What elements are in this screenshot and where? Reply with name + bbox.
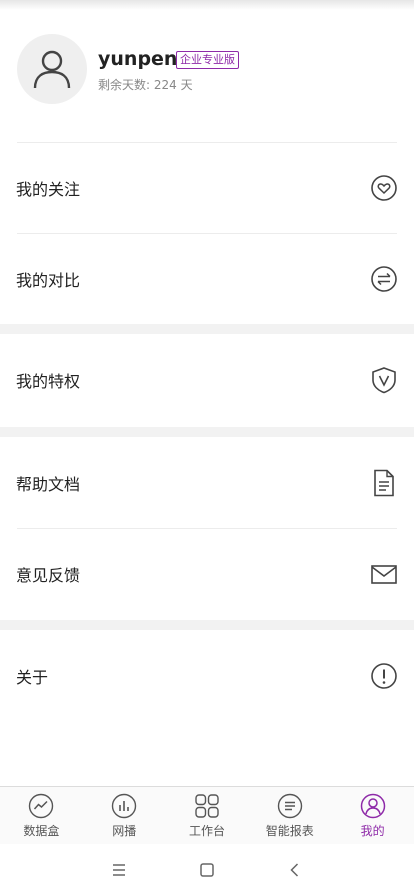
- heart-icon: [371, 175, 397, 201]
- menu-item-label: 我的对比: [16, 271, 81, 290]
- grid-icon: [195, 794, 219, 818]
- mail-icon: [371, 565, 397, 584]
- tab-label: 我的: [360, 824, 385, 838]
- menu-item-privilege[interactable]: 我的特权: [0, 350, 414, 410]
- trend-icon: [29, 793, 54, 819]
- tab-smart-report[interactable]: 智能报表: [248, 787, 331, 844]
- remaining-days-value: 224 天: [153, 78, 193, 92]
- tab-mine[interactable]: 我的: [331, 787, 414, 844]
- divider: [17, 528, 397, 529]
- menu-item-feedback[interactable]: 意见反馈: [0, 544, 414, 604]
- menu-item-label: 帮助文档: [16, 475, 81, 494]
- list-icon: [277, 793, 302, 819]
- shield-v-icon: [372, 367, 396, 394]
- tab-label: 网播: [112, 824, 137, 838]
- menu-item-label: 我的关注: [16, 180, 81, 199]
- menu-icon[interactable]: [110, 861, 128, 879]
- tab-netcast[interactable]: 网播: [83, 787, 166, 844]
- tab-label: 数据盒: [23, 824, 60, 838]
- user-icon: [360, 793, 385, 819]
- tab-label: 工作台: [188, 824, 225, 838]
- menu-item-about[interactable]: 关于: [0, 646, 414, 706]
- tab-data-box[interactable]: 数据盒: [0, 787, 83, 844]
- section-separator: [0, 427, 414, 437]
- menu-item-help-docs[interactable]: 帮助文档: [0, 453, 414, 513]
- home-icon[interactable]: [198, 861, 216, 879]
- menu-item-label: 我的特权: [16, 372, 81, 391]
- menu-item-compare[interactable]: 我的对比: [0, 249, 414, 309]
- menu-item-label: 关于: [16, 668, 49, 687]
- menu-item-label: 意见反馈: [16, 566, 81, 585]
- profile-header[interactable]: yunpeng 企业专业版 剩余天数: 224 天: [0, 22, 414, 132]
- divider: [17, 142, 397, 143]
- back-icon[interactable]: [286, 861, 304, 879]
- bottom-tab-bar: 数据盒 网播 工作台 智能报表 我的: [0, 786, 414, 844]
- system-navigation-bar: [0, 844, 414, 896]
- document-icon: [374, 469, 394, 497]
- swap-icon: [371, 266, 397, 292]
- section-separator: [0, 620, 414, 630]
- section-separator: [0, 324, 414, 334]
- remaining-days: 剩余天数: 224 天: [98, 78, 193, 92]
- tab-label: 智能报表: [265, 824, 314, 838]
- avatar[interactable]: [17, 34, 87, 104]
- menu-item-follow[interactable]: 我的关注: [0, 158, 414, 218]
- divider: [17, 233, 397, 234]
- user-avatar-icon: [33, 50, 71, 89]
- bar-chart-icon: [111, 793, 137, 819]
- plan-badge: 企业专业版: [176, 51, 239, 69]
- status-bar-shade: [0, 0, 414, 10]
- tab-workbench[interactable]: 工作台: [166, 787, 249, 844]
- info-icon: [371, 663, 397, 689]
- remaining-days-label: 剩余天数: [98, 78, 147, 92]
